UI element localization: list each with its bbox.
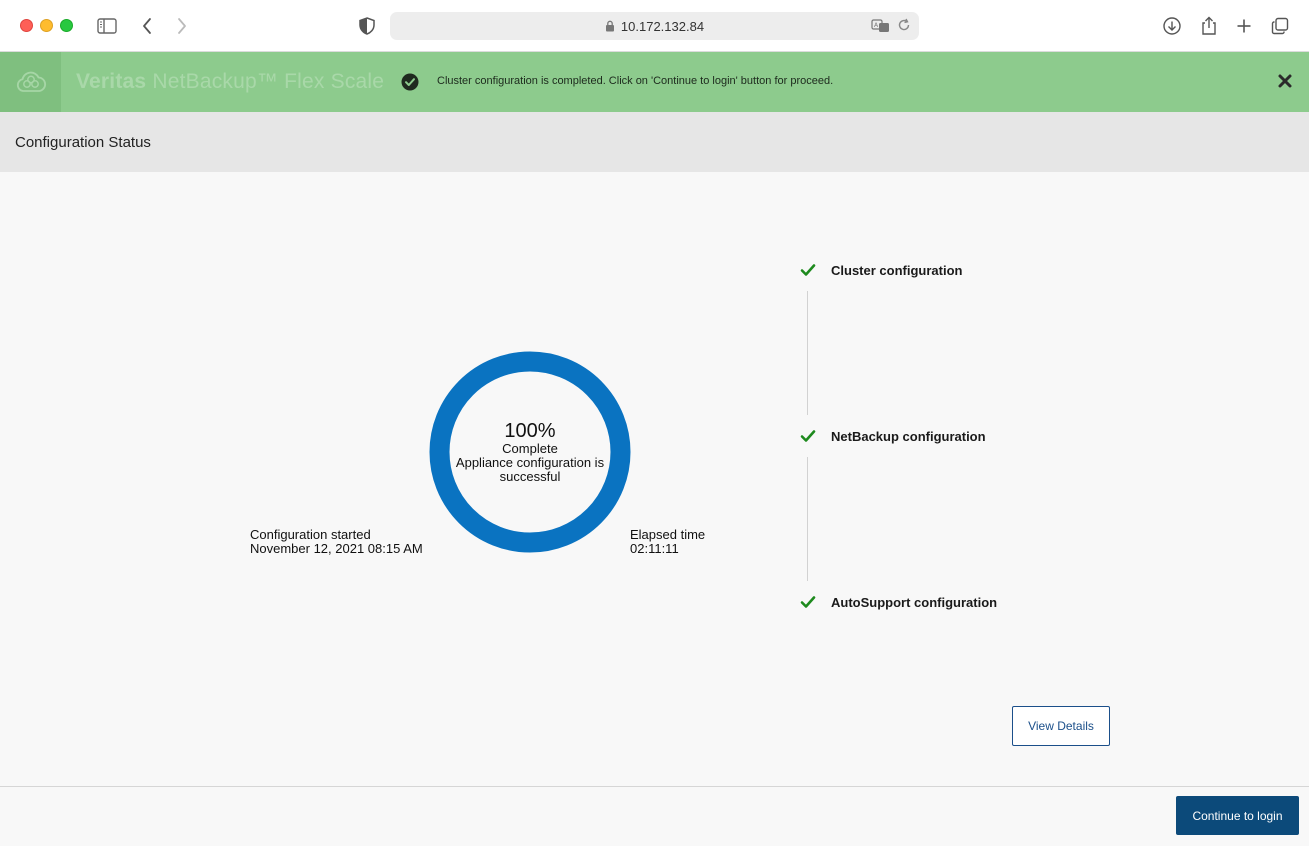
success-check-circle-icon	[401, 73, 419, 91]
checkmark-icon	[800, 596, 816, 608]
elapsed-value: 02:11:11	[630, 541, 679, 556]
step-label: AutoSupport configuration	[831, 594, 998, 610]
reload-icon[interactable]	[897, 18, 911, 37]
step-connector	[807, 457, 808, 581]
progress-summary: 100% Complete Appliance configuration is…	[429, 351, 631, 553]
svg-text:A: A	[874, 22, 879, 29]
cloud-logo-icon	[16, 71, 46, 92]
step-autosupport-configuration: AutoSupport configuration	[800, 594, 997, 610]
step-label: Cluster configuration	[831, 262, 963, 278]
share-icon[interactable]	[1197, 14, 1221, 38]
continue-to-login-button[interactable]: Continue to login	[1176, 796, 1299, 835]
step-cluster-configuration: Cluster configuration	[800, 262, 962, 278]
minimize-window-button[interactable]	[40, 19, 53, 32]
step-netbackup-configuration: NetBackup configuration	[800, 428, 986, 444]
zoom-window-button[interactable]	[60, 19, 73, 32]
view-details-button[interactable]: View Details	[1012, 706, 1110, 746]
footer-bar	[0, 786, 1309, 846]
section-header: Configuration Status	[0, 112, 1309, 172]
download-icon[interactable]	[1160, 14, 1184, 38]
veritas-logo	[0, 52, 61, 112]
elapsed-time: Elapsed time 02:11:11	[630, 528, 750, 556]
sidebar-icon[interactable]	[95, 14, 119, 38]
product-name: Veritas NetBackup™ Flex Scale	[76, 70, 384, 94]
privacy-shield-icon[interactable]	[355, 14, 379, 38]
new-tab-icon[interactable]	[1232, 14, 1256, 38]
step-label: NetBackup configuration	[831, 428, 986, 444]
configuration-started: Configuration started November 12, 2021 …	[250, 528, 425, 556]
progress-percent: 100%	[504, 420, 556, 442]
address-bar[interactable]: 10.172.132.84 A	[390, 12, 919, 40]
translate-icon[interactable]: A	[871, 18, 891, 37]
product-title: NetBackup™ Flex Scale	[152, 70, 385, 93]
tab-overview-icon[interactable]	[1268, 14, 1292, 38]
browser-toolbar: 10.172.132.84 A	[0, 0, 1309, 52]
notification-banner: Veritas NetBackup™ Flex Scale Cluster co…	[0, 52, 1309, 112]
forward-icon[interactable]	[170, 14, 194, 38]
url-text: 10.172.132.84	[620, 18, 705, 34]
step-connector	[807, 291, 808, 415]
lock-icon	[605, 20, 615, 32]
progress-status: Complete	[502, 441, 558, 456]
checkmark-icon	[800, 264, 816, 276]
close-icon[interactable]	[1277, 73, 1293, 89]
page-title: Configuration Status	[15, 134, 151, 151]
started-label: Configuration started	[250, 527, 371, 542]
elapsed-label: Elapsed time	[630, 527, 706, 542]
close-window-button[interactable]	[20, 19, 33, 32]
checkmark-icon	[800, 430, 816, 442]
progress-message: Appliance configuration is successful	[455, 455, 605, 484]
back-icon[interactable]	[135, 14, 159, 38]
product-brand: Veritas	[76, 70, 147, 93]
banner-message: Cluster configuration is completed. Clic…	[437, 75, 834, 87]
started-value: November 12, 2021 08:15 AM	[250, 541, 423, 556]
